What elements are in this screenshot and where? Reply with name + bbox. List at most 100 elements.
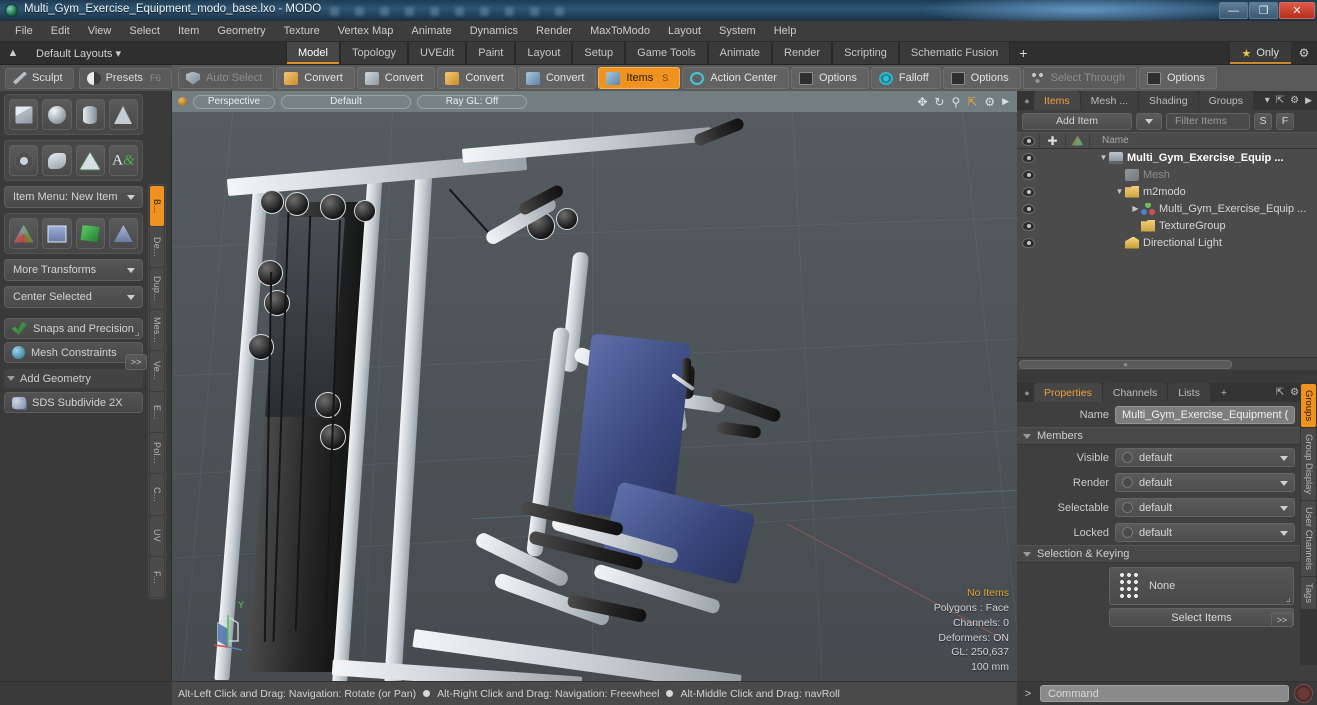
add-item-button[interactable]: Add Item — [1022, 112, 1132, 130]
gear-icon[interactable]: ⚙ — [1290, 387, 1299, 398]
menu-item-view[interactable]: View — [79, 23, 121, 39]
selection-set-field[interactable]: None — [1109, 567, 1294, 605]
gear-icon[interactable]: ⚙ — [984, 95, 995, 109]
menu-item-dynamics[interactable]: Dynamics — [461, 23, 527, 39]
row-visibility-toggle[interactable] — [1017, 152, 1040, 163]
add-properties-tab[interactable]: + — [1211, 383, 1237, 402]
left-vtab-B[interactable]: B... — [150, 186, 164, 227]
table-row[interactable]: TextureGroup — [1017, 217, 1317, 234]
left-vtab-Ve[interactable]: Ve... — [150, 350, 164, 392]
command-input[interactable]: Command — [1040, 685, 1289, 702]
layout-tab-game-tools[interactable]: Game Tools — [625, 42, 708, 64]
layout-tab-render[interactable]: Render — [772, 42, 833, 64]
center-selected-dropdown[interactable]: Center Selected — [4, 286, 143, 308]
items-tab-shading[interactable]: Shading — [1139, 91, 1198, 110]
snaps-and-precision-button[interactable]: Snaps and Precision — [4, 318, 143, 339]
filter-items-input[interactable]: Filter Items — [1166, 112, 1250, 130]
radio-icon[interactable] — [1122, 452, 1133, 463]
tool-chip-convert-1[interactable]: Convert — [276, 67, 355, 89]
selection-keying-section-header[interactable]: Selection & Keying — [1017, 545, 1300, 563]
rotate-icon[interactable]: ↻ — [934, 95, 944, 109]
tool-chip-action-center-6[interactable]: Action Center — [682, 67, 789, 89]
items-tab-items[interactable]: Items — [1034, 91, 1080, 110]
row-visibility-toggle[interactable] — [1017, 203, 1040, 214]
mesh-constraints-button[interactable]: Mesh Constraints — [4, 342, 143, 363]
menu-item-help[interactable]: Help — [765, 23, 806, 39]
chevron-right-icon[interactable]: ▶ — [1002, 96, 1009, 107]
green-tool[interactable] — [75, 218, 105, 249]
tool-chip-select-through-10[interactable]: Select Through — [1022, 67, 1137, 89]
left-panel-expand-button[interactable]: >> — [125, 354, 147, 370]
layout-tab-scripting[interactable]: Scripting — [832, 42, 899, 64]
presets-button[interactable]: Presets F6 — [78, 67, 172, 89]
items-tab-groups[interactable]: Groups — [1198, 91, 1254, 110]
filter-s-button[interactable]: S — [1254, 112, 1272, 130]
left-vtab-F[interactable]: F... — [150, 556, 164, 598]
home-icon[interactable]: ▲ — [0, 42, 26, 64]
cone-primitive[interactable] — [108, 99, 138, 130]
menu-item-select[interactable]: Select — [120, 23, 169, 39]
layout-tab-setup[interactable]: Setup — [572, 42, 626, 64]
expand-icon[interactable]: ⇱ — [1276, 387, 1284, 398]
pan-icon[interactable]: ✥ — [917, 95, 927, 109]
left-vtab-Dup[interactable]: Dup... — [150, 268, 164, 309]
viewport-indicator-icon[interactable] — [178, 97, 187, 106]
table-row[interactable]: Mesh — [1017, 166, 1317, 183]
left-vtab-E[interactable]: E... — [150, 392, 164, 433]
tool-chip-options-9[interactable]: Options — [942, 67, 1021, 89]
add-layout-tab-button[interactable]: + — [1010, 42, 1037, 64]
fit-icon[interactable]: ⇱ — [967, 95, 977, 109]
column-visibility-icon[interactable] — [1017, 133, 1040, 148]
scrollbar-thumb[interactable]: ● — [1019, 359, 1233, 369]
maximize-button[interactable]: ❐ — [1249, 2, 1278, 19]
sds-subdivide-button[interactable]: SDS Subdivide 2X — [4, 392, 143, 413]
tool-chip-options-7[interactable]: Options — [790, 67, 869, 89]
item-menu-dropdown[interactable]: Item Menu: New Item — [4, 186, 143, 208]
viewport-pill-perspective[interactable]: Perspective — [193, 94, 275, 109]
viewport-pill-raygl[interactable]: Ray GL: Off — [417, 94, 527, 109]
tool-chip-convert-4[interactable]: Convert — [517, 67, 597, 89]
left-vtab-Pol[interactable]: Pol... — [150, 433, 164, 474]
viewport-canvas[interactable]: Y No Items Polygons : Face Channels: 0 D… — [172, 112, 1017, 681]
triangle-primitive[interactable] — [75, 145, 105, 176]
more-transforms-dropdown[interactable]: More Transforms — [4, 259, 143, 281]
only-toggle-button[interactable]: ★ Only — [1228, 42, 1291, 64]
sphere-primitive[interactable] — [42, 99, 72, 130]
property-selectable-dropdown[interactable]: default — [1115, 498, 1295, 517]
items-tree-hscrollbar[interactable]: ● — [1017, 357, 1317, 370]
name-input[interactable]: Multi_Gym_Exercise_Equipment ( — [1115, 405, 1295, 424]
record-icon[interactable] — [1294, 684, 1313, 703]
close-button[interactable]: ✕ — [1279, 2, 1315, 19]
menu-item-maxtomodo[interactable]: MaxToModo — [581, 23, 659, 39]
torus-primitive[interactable] — [9, 145, 39, 176]
grid-tool[interactable] — [42, 218, 72, 249]
cube-primitive[interactable] — [9, 99, 39, 130]
table-row[interactable]: ▼ Multi_Gym_Exercise_Equip ... — [1017, 149, 1317, 166]
filter-f-button[interactable]: F — [1276, 112, 1294, 130]
tool-chip-convert-2[interactable]: Convert — [356, 67, 436, 89]
layout-tab-paint[interactable]: Paint — [466, 42, 516, 64]
left-vtab-UV[interactable]: UV — [150, 515, 164, 556]
menu-item-vertex-map[interactable]: Vertex Map — [329, 23, 403, 39]
transform-tool[interactable] — [9, 218, 39, 249]
panel-menu-icon[interactable]: ● — [1021, 383, 1033, 402]
expand-icon[interactable]: ⇱ — [1276, 95, 1284, 106]
radio-icon[interactable] — [1122, 527, 1133, 538]
properties-tab-channels[interactable]: Channels — [1102, 383, 1168, 402]
tool-chip-falloff-8[interactable]: Falloff — [870, 67, 941, 89]
3d-viewport[interactable]: Perspective Default Ray GL: Off ✥ ↻ ⚲ ⇱ … — [172, 91, 1017, 681]
tab-overflow-icon[interactable]: ▾ — [1265, 95, 1270, 106]
properties-vtab-tags[interactable]: Tags — [1301, 577, 1316, 610]
viewport-pill-default[interactable]: Default — [281, 94, 411, 109]
panel-menu-icon[interactable]: ● — [1021, 91, 1033, 110]
layout-tab-uvedit[interactable]: UVEdit — [408, 42, 467, 64]
chevron-right-icon[interactable]: ▶ — [1305, 95, 1312, 106]
zoom-icon[interactable]: ⚲ — [951, 95, 960, 109]
property-visible-dropdown[interactable]: default — [1115, 448, 1295, 467]
tube-primitive[interactable] — [42, 145, 72, 176]
left-vtab-Mes[interactable]: Mes... — [150, 309, 164, 350]
properties-tab-lists[interactable]: Lists — [1168, 383, 1210, 402]
cylinder-primitive[interactable] — [75, 99, 105, 130]
gear-icon[interactable]: ⚙ — [1290, 95, 1299, 106]
property-render-dropdown[interactable]: default — [1115, 473, 1295, 492]
